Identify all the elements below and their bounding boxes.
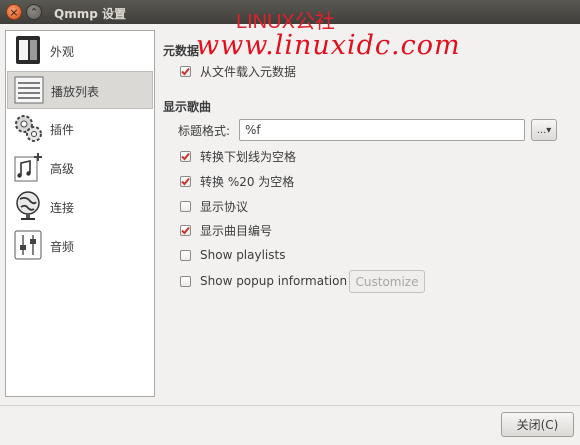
window-title: Qmmp 设置 — [54, 7, 126, 21]
metadata-section-title: 元数据 — [163, 44, 200, 58]
sidebar-item-plugins[interactable]: 插件 — [7, 110, 153, 148]
convert-underscore-checkbox[interactable] — [180, 150, 191, 162]
settings-sidebar: 外观 播放列表 插件 高级 连接 音频 — [5, 30, 155, 397]
sidebar-item-label: 音频 — [50, 240, 75, 254]
show-protocol-checkbox[interactable] — [180, 200, 191, 212]
sidebar-item-label: 播放列表 — [51, 85, 100, 99]
option-row[interactable]: 转换下划线为空格 — [180, 147, 296, 165]
watermark-url: www.linuxidc.com — [196, 30, 461, 61]
title-format-options-button[interactable]: ...▾ — [531, 119, 557, 141]
load-metadata-label: 从文件载入元数据 — [200, 64, 297, 79]
show-track-number-checkbox[interactable] — [180, 224, 191, 236]
sidebar-item-label: 外观 — [50, 45, 75, 59]
sidebar-item-audio[interactable]: 音频 — [7, 227, 153, 265]
option-row[interactable]: Show popup information — [180, 272, 347, 290]
option-row[interactable]: 转换 %20 为空格 — [180, 172, 294, 190]
option-label: 转换下划线为空格 — [200, 149, 297, 164]
show-playlists-checkbox[interactable] — [180, 249, 191, 261]
option-row[interactable]: Show playlists — [180, 246, 285, 264]
option-label: Show popup information — [200, 274, 348, 288]
show-popup-checkbox[interactable] — [180, 275, 191, 287]
plugins-icon — [15, 115, 42, 142]
sidebar-item-advanced[interactable]: 高级 — [7, 149, 153, 187]
option-label: Show playlists — [200, 248, 286, 262]
option-row[interactable]: 显示曲目编号 — [180, 221, 272, 239]
audio-icon — [14, 230, 42, 260]
window-minimize-button[interactable]: ⌃ — [26, 4, 42, 20]
load-metadata-checkbox-row[interactable]: 从文件载入元数据 — [180, 62, 296, 80]
sidebar-item-playlist[interactable]: 播放列表 — [7, 71, 153, 109]
customize-popup-button[interactable]: Customize — [349, 270, 425, 293]
connection-icon — [16, 191, 40, 220]
footer-divider — [0, 405, 580, 406]
appearance-icon — [16, 36, 40, 64]
title-format-input[interactable] — [239, 119, 525, 141]
sidebar-item-connection[interactable]: 连接 — [7, 188, 153, 226]
sidebar-item-label: 连接 — [50, 201, 75, 215]
option-label: 转换 %20 为空格 — [200, 174, 295, 189]
song-display-section-title: 显示歌曲 — [163, 100, 212, 114]
checkmark-icon — [181, 226, 190, 234]
convert-percent20-checkbox[interactable] — [180, 175, 191, 187]
sidebar-item-label: 高级 — [50, 162, 75, 176]
checkmark-icon — [181, 67, 190, 75]
sidebar-item-appearance[interactable]: 外观 — [7, 32, 153, 70]
window-close-button[interactable]: × — [6, 4, 22, 20]
option-label: 显示协议 — [200, 199, 249, 214]
option-row[interactable]: 显示协议 — [180, 197, 248, 215]
title-format-label: 标题格式: — [178, 124, 231, 138]
checkmark-icon — [181, 152, 190, 160]
close-icon: × — [9, 5, 19, 19]
advanced-icon — [14, 153, 42, 182]
checkmark-icon — [181, 177, 190, 185]
sidebar-item-label: 插件 — [50, 123, 75, 137]
load-metadata-checkbox[interactable] — [180, 65, 191, 77]
close-button[interactable]: 关闭(C) — [501, 412, 574, 437]
option-label: 显示曲目编号 — [200, 223, 273, 238]
playlist-icon — [14, 76, 44, 104]
chevron-up-icon: ⌃ — [29, 5, 39, 19]
